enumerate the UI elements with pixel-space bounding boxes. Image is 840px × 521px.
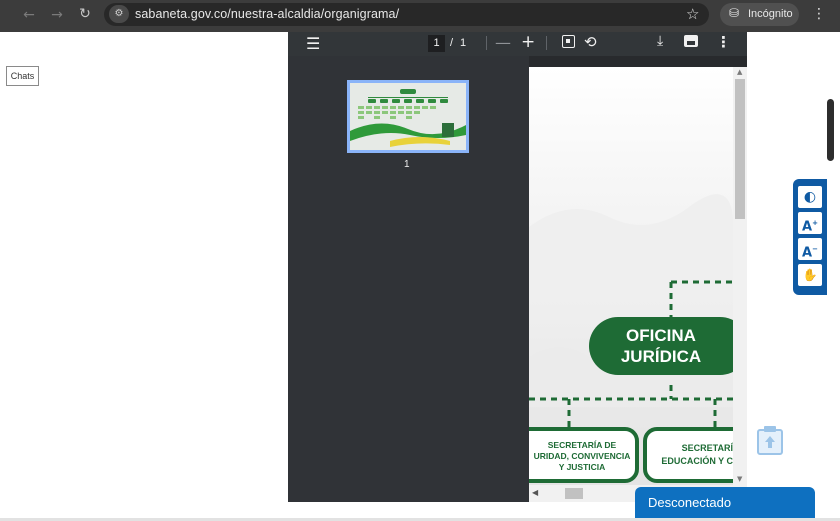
back-arrow-icon[interactable]: ← bbox=[18, 7, 40, 23]
box2-line1: SECRETARÍ bbox=[681, 443, 733, 453]
rotate-icon[interactable]: ⟲ bbox=[584, 33, 597, 51]
fit-page-icon[interactable] bbox=[562, 35, 575, 48]
more-vert-icon[interactable]: ⋮ bbox=[812, 6, 826, 22]
more-options-icon[interactable]: ⋮ bbox=[716, 33, 731, 51]
download-icon[interactable]: ⤓ bbox=[657, 33, 663, 49]
forward-arrow-icon[interactable]: → bbox=[46, 7, 68, 23]
oficina-line1: OFICINA bbox=[626, 326, 696, 345]
chats-button[interactable]: Chats bbox=[6, 66, 39, 86]
scroll-down-arrow-icon[interactable]: ▼ bbox=[737, 475, 742, 483]
oficina-line2: JURÍDICA bbox=[620, 347, 702, 366]
total-pages: 1 bbox=[460, 37, 467, 49]
chat-status-bar[interactable]: Desconectado bbox=[635, 487, 815, 521]
print-icon[interactable] bbox=[684, 35, 698, 47]
organigram-page bbox=[529, 67, 733, 485]
pdf-page bbox=[529, 67, 733, 485]
toolbar-divider bbox=[546, 36, 547, 50]
page-separator: / bbox=[450, 37, 454, 49]
scroll-up-arrow-icon[interactable]: ▲ bbox=[737, 68, 742, 76]
reload-icon[interactable]: ↻ bbox=[74, 6, 96, 22]
pdf-toolbar bbox=[288, 32, 747, 56]
zoom-in-icon[interactable]: + bbox=[521, 32, 535, 52]
box1-line2: URIDAD, CONVIVENCIA bbox=[533, 451, 631, 461]
pdf-menu-icon[interactable]: ☰ bbox=[306, 34, 320, 53]
decrease-font-icon[interactable]: A− bbox=[798, 238, 822, 260]
incognito-label: Incógnito bbox=[748, 8, 793, 20]
box1-line1: SECRETARÍA DE bbox=[547, 440, 617, 450]
site-info-icon[interactable]: ⚙ bbox=[109, 5, 129, 23]
box2-line2: EDUCACIÓN Y C bbox=[661, 456, 733, 466]
thumbnail-page-number: 1 bbox=[404, 159, 410, 170]
scroll-left-arrow-icon[interactable]: ◀ bbox=[532, 488, 538, 497]
increase-font-icon[interactable]: A+ bbox=[798, 212, 822, 234]
pdf-horizontal-scroll-thumb[interactable] bbox=[565, 488, 583, 499]
thumbnail-preview bbox=[350, 83, 466, 150]
oficina-juridica-label: OFICINA JURÍDICA bbox=[589, 325, 733, 367]
toolbar-divider bbox=[486, 36, 487, 50]
box1-line3: Y JUSTICIA bbox=[558, 462, 606, 472]
clipboard-upload-icon[interactable] bbox=[754, 424, 786, 456]
zoom-out-icon[interactable]: — bbox=[495, 33, 511, 52]
url-text[interactable]: sabaneta.gov.co/nuestra-alcaldia/organig… bbox=[135, 7, 399, 21]
secretaria-educacion-label: SECRETARÍ EDUCACIÓN Y C bbox=[650, 442, 733, 468]
page-number-input[interactable]: 1 bbox=[428, 35, 445, 52]
pdf-vertical-scroll-thumb[interactable] bbox=[735, 79, 745, 219]
sign-language-icon[interactable]: ✋ bbox=[798, 264, 822, 286]
secretaria-seguridad-label: SECRETARÍA DE URIDAD, CONVIVENCIA Y JUST… bbox=[529, 440, 635, 473]
page-scroll-thumb[interactable] bbox=[827, 99, 834, 161]
incognito-icon: ⛁ bbox=[729, 6, 740, 20]
page-thumbnail[interactable] bbox=[347, 80, 469, 153]
star-icon[interactable]: ☆ bbox=[686, 5, 699, 23]
contrast-icon[interactable]: ◐ bbox=[798, 186, 822, 208]
